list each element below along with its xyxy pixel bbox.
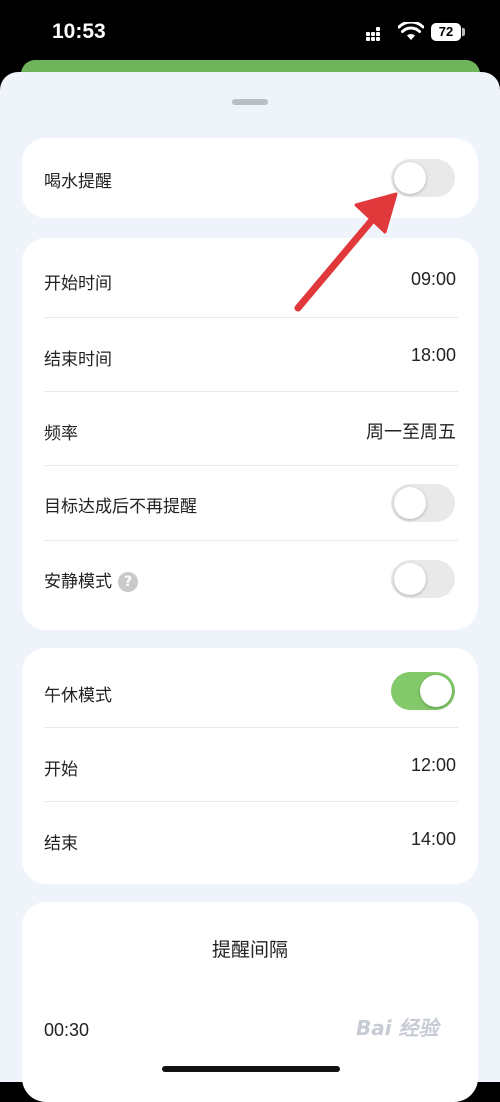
schedule-card: 开始时间 09:00 结束时间 18:00 频率 周一至周五 目标达成后不再提醒…: [22, 238, 478, 630]
water-reminder-card: 喝水提醒: [22, 138, 478, 218]
status-time: 10:53: [52, 20, 106, 43]
nap-end-value: 14:00: [410, 829, 456, 849]
help-icon[interactable]: ?: [118, 572, 138, 592]
frequency-value: 周一至周五: [366, 422, 456, 443]
nap-mode-toggle[interactable]: [391, 672, 455, 710]
cellular-signal-icon: [366, 27, 384, 42]
baidu-watermark: Bai 经验: [356, 1016, 439, 1040]
interval-title: 提醒间隔: [211, 939, 288, 961]
start-time-value: 09:00: [410, 269, 456, 289]
stop-when-goal-met-label: 目标达成后不再提醒: [44, 497, 197, 517]
quiet-mode-label-wrap: 安静模式?: [44, 567, 138, 592]
toggle-knob: [394, 162, 426, 194]
nap-start-row[interactable]: 开始 12:00: [22, 728, 478, 802]
toggle-knob: [394, 563, 426, 595]
water-reminder-toggle[interactable]: [391, 159, 455, 197]
battery-tip: [462, 28, 465, 36]
nap-mode-row: 午休模式: [22, 648, 478, 728]
nap-end-label: 结束: [44, 834, 78, 854]
nap-mode-card: 午休模式 开始 12:00 结束 14:00: [22, 648, 478, 884]
water-reminder-row: 喝水提醒: [22, 138, 478, 218]
end-time-row[interactable]: 结束时间 18:00: [22, 318, 478, 392]
wifi-icon: [398, 22, 424, 40]
interval-value: 00:30: [44, 1020, 90, 1040]
end-time-value: 18:00: [410, 345, 456, 365]
stop-when-goal-met-toggle[interactable]: [391, 484, 455, 522]
end-time-label: 结束时间: [44, 350, 112, 370]
stop-when-goal-met-row: 目标达成后不再提醒: [22, 466, 478, 540]
nap-end-row[interactable]: 结束 14:00: [22, 802, 478, 882]
start-time-row[interactable]: 开始时间 09:00: [22, 238, 478, 318]
frequency-row[interactable]: 频率 周一至周五: [22, 392, 478, 466]
battery-icon: 72: [431, 23, 461, 41]
quiet-mode-row: 安静模式?: [22, 541, 478, 621]
frequency-label: 频率: [44, 424, 78, 444]
water-reminder-label: 喝水提醒: [44, 172, 112, 192]
toggle-knob: [394, 487, 426, 519]
quiet-mode-label: 安静模式: [44, 572, 112, 592]
home-indicator[interactable]: [162, 1066, 340, 1072]
start-time-label: 开始时间: [44, 274, 112, 294]
nap-start-label: 开始: [44, 760, 78, 780]
sheet-grabber[interactable]: [232, 99, 268, 105]
toggle-knob: [420, 675, 452, 707]
nap-start-value: 12:00: [410, 755, 456, 775]
nap-mode-label: 午休模式: [44, 686, 112, 706]
interval-card: 提醒间隔 00:30: [22, 902, 478, 1102]
quiet-mode-toggle[interactable]: [391, 560, 455, 598]
